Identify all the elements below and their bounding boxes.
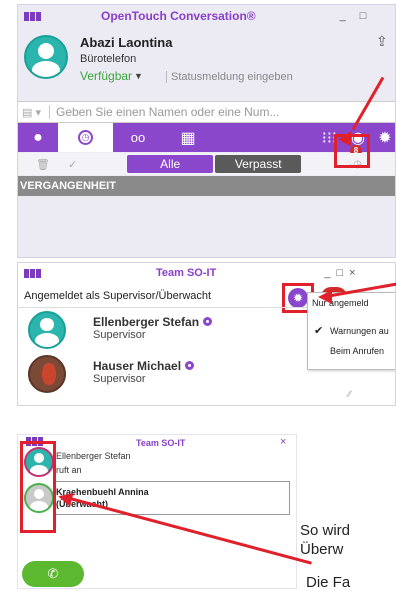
section-header: VERGANGENHEIT xyxy=(18,176,395,196)
caller-name: Ellenberger Stefan xyxy=(56,451,131,461)
check-icon: ✔ xyxy=(314,325,324,337)
clock-icon: ◷ xyxy=(78,130,93,145)
team-titlebar: Team SO-IT _ □ × xyxy=(18,263,395,283)
minimize-button[interactable]: _ xyxy=(324,267,330,279)
check-icon[interactable]: ✓ xyxy=(68,158,77,171)
filter-all-button[interactable]: Alle xyxy=(127,155,214,173)
search-input[interactable]: Geben Sie einen Namen oder eine Num... xyxy=(48,105,279,119)
phone-incoming-icon: ✆ xyxy=(47,566,59,581)
contacts-filter-icon[interactable]: ▤ ▾ xyxy=(22,106,41,119)
filter-missed-button[interactable]: Verpasst xyxy=(215,155,302,173)
user-avatar[interactable] xyxy=(24,35,68,79)
list-item[interactable]: Ellenberger Stefan Supervisor xyxy=(18,309,308,353)
user-name: Abazi Laontina xyxy=(80,35,173,50)
maximize-button[interactable]: □ xyxy=(360,10,367,22)
list-item[interactable]: Hauser Michael Supervisor xyxy=(18,353,308,397)
contact-avatar xyxy=(28,311,66,349)
close-button[interactable]: × xyxy=(280,436,286,448)
main-titlebar: OpenTouch Conversation® _ □ xyxy=(18,5,395,27)
caller-status: ruft an xyxy=(56,465,82,475)
status-selector[interactable]: Verfügbar ▼ xyxy=(80,69,143,83)
contact-role: Supervisor xyxy=(93,373,146,385)
tab-dialpad[interactable]: ⁝⁝⁝ xyxy=(213,123,343,152)
menu-item-on-call[interactable]: Beim Anrufen xyxy=(308,341,395,361)
contact-role: Supervisor xyxy=(93,329,146,341)
main-window: OpenTouch Conversation® _ □ Abazi Laonti… xyxy=(17,4,396,258)
team-window: Team SO-IT _ □ × Angemeldet als Supervis… xyxy=(17,262,396,406)
close-button[interactable]: × xyxy=(349,267,355,279)
status-message-input[interactable]: Statusmeldung eingeben xyxy=(166,71,293,83)
person-icon: ● xyxy=(33,128,43,146)
note-1-line-2: Überw xyxy=(300,541,344,558)
supervision-eye-icon xyxy=(185,361,195,371)
app-title: OpenTouch Conversation® xyxy=(101,9,256,23)
supervisor-subtitle: Angemeldet als Supervisor/Überwacht xyxy=(24,290,212,302)
contact-name: Hauser Michael xyxy=(93,359,182,373)
contact-name: Ellenberger Stefan xyxy=(93,315,200,329)
search-bar[interactable]: ▤ ▾ Geben Sie einen Namen oder eine Num.… xyxy=(18,101,395,123)
tab-voicemail[interactable]: oo xyxy=(113,123,163,152)
highlight-box-avatars xyxy=(20,441,56,533)
menu-item-warnings[interactable]: ✔ Warnungen au xyxy=(308,321,395,341)
note-2-line-1: Die Fa xyxy=(306,574,351,591)
tab-calendar[interactable]: ▦ xyxy=(163,123,213,152)
menu-item-label: Beim Anrufen xyxy=(330,346,385,356)
supervision-eye-icon xyxy=(203,317,213,327)
status-label: Verfügbar xyxy=(80,69,133,83)
maximize-button[interactable]: □ xyxy=(336,267,343,279)
device-label: Bürotelefon xyxy=(80,53,137,65)
minimize-button[interactable]: _ xyxy=(340,10,346,22)
divider xyxy=(18,307,308,308)
contact-photo xyxy=(28,355,66,393)
answer-call-button[interactable]: ✆ xyxy=(22,561,84,587)
resize-grip-icon[interactable]: ⁄⁄ xyxy=(348,389,351,399)
call-popup: Team SO-IT × Ellenberger Stefan ruft an … xyxy=(17,434,297,589)
trash-icon[interactable]: 🗑 xyxy=(36,158,50,171)
caret-down-icon: ▼ xyxy=(134,71,143,81)
voicemail-icon: oo xyxy=(130,130,146,145)
tab-settings[interactable]: ✹ xyxy=(373,123,395,152)
popup-title: Team SO-IT xyxy=(136,438,186,448)
arrow-head-2 xyxy=(318,290,332,304)
note-1-line-1: So wird xyxy=(300,522,351,539)
tab-history[interactable]: ◷ xyxy=(58,123,113,152)
app-logo-icon xyxy=(24,11,41,21)
share-icon[interactable]: ⇪ xyxy=(376,33,388,50)
tab-contacts[interactable]: ● xyxy=(18,123,58,152)
app-logo-icon xyxy=(24,268,41,278)
menu-item-label: Warnungen au xyxy=(330,326,389,336)
calendar-icon: ▦ xyxy=(180,129,196,147)
team-title: Team SO-IT xyxy=(156,267,217,279)
gear-icon: ✹ xyxy=(288,288,308,308)
gear-icon: ✹ xyxy=(378,129,392,147)
